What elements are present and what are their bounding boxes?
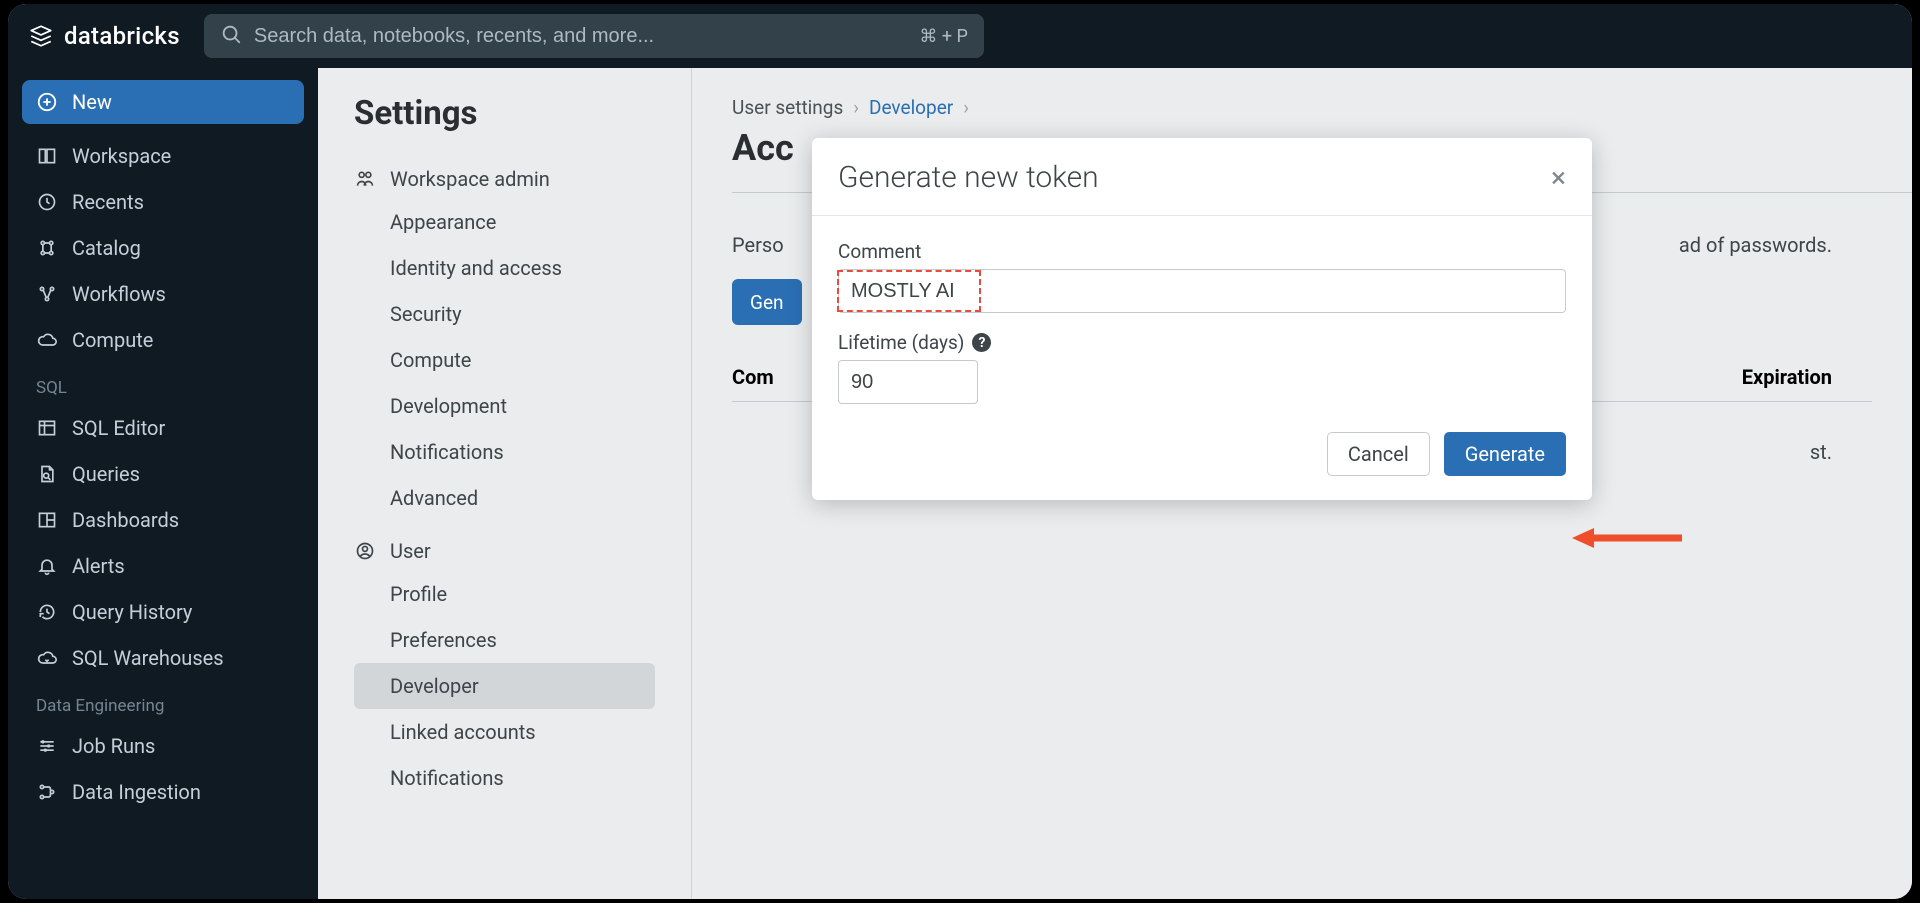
catalog-icon [36, 238, 58, 258]
settings-group-user: User [354, 531, 691, 571]
sidenav-item-catalog[interactable]: Catalog [22, 226, 304, 270]
breadcrumb-item-developer[interactable]: Developer [869, 96, 953, 119]
sidenav: New Workspace Recents Catalog Workflows … [8, 68, 318, 899]
brand-name: databricks [64, 22, 180, 50]
section-label-sql: SQL [22, 364, 304, 404]
sidenav-item-sql-warehouses[interactable]: SQL Warehouses [22, 636, 304, 680]
settings-item-identity[interactable]: Identity and access [354, 245, 655, 291]
workspace-admin-icon [354, 169, 376, 189]
chevron-right-icon: › [963, 96, 969, 119]
dashboards-icon [36, 510, 58, 530]
modal-title: Generate new token [838, 160, 1099, 195]
settings-item-user-notifications[interactable]: Notifications [354, 755, 655, 801]
settings-item-compute[interactable]: Compute [354, 337, 655, 383]
section-label-data-eng: Data Engineering [22, 682, 304, 722]
sidenav-item-data-ingestion[interactable]: Data Ingestion [22, 770, 304, 814]
sidenav-item-job-runs[interactable]: Job Runs [22, 724, 304, 768]
new-button[interactable]: New [22, 80, 304, 124]
generate-button[interactable]: Generate [1444, 432, 1566, 476]
settings-item-advanced[interactable]: Advanced [354, 475, 655, 521]
settings-item-appearance[interactable]: Appearance [354, 199, 655, 245]
help-icon[interactable]: ? [972, 333, 991, 352]
global-search[interactable]: ⌘ + P [204, 14, 984, 58]
col-expiration: Expiration [1742, 365, 1872, 389]
settings-column: Settings Workspace admin Appearance Iden… [318, 68, 692, 899]
sidenav-item-workspace[interactable]: Workspace [22, 134, 304, 178]
topbar: databricks ⌘ + P [8, 4, 1912, 68]
settings-item-preferences[interactable]: Preferences [354, 617, 655, 663]
clock-icon [36, 192, 58, 212]
sidenav-item-queries[interactable]: Queries [22, 452, 304, 496]
job-runs-icon [36, 736, 58, 756]
sidenav-item-compute[interactable]: Compute [22, 318, 304, 362]
lifetime-input[interactable] [838, 360, 978, 404]
search-input[interactable] [254, 25, 908, 48]
history-icon [36, 602, 58, 622]
user-icon [354, 541, 376, 561]
queries-icon [36, 464, 58, 484]
cloud-icon [36, 330, 58, 350]
workspace-icon [36, 146, 58, 166]
plus-circle-icon [36, 91, 58, 113]
comment-label: Comment [838, 240, 1566, 263]
bell-icon [36, 556, 58, 576]
search-shortcut: ⌘ + P [919, 26, 968, 47]
breadcrumb-item-user-settings[interactable]: User settings [732, 96, 843, 119]
lifetime-label: Lifetime (days) ? [838, 331, 1566, 354]
generate-token-button[interactable]: Gen [732, 279, 802, 325]
sql-editor-icon [36, 418, 58, 438]
chevron-right-icon: › [853, 96, 859, 119]
new-label: New [72, 90, 112, 114]
workflows-icon [36, 284, 58, 304]
generate-token-modal: Generate new token × Comment Lifetime (d… [812, 138, 1592, 500]
settings-item-notifications[interactable]: Notifications [354, 429, 655, 475]
sidenav-item-sql-editor[interactable]: SQL Editor [22, 406, 304, 450]
sidenav-item-query-history[interactable]: Query History [22, 590, 304, 634]
page-description-start: Perso [732, 233, 784, 257]
settings-item-development[interactable]: Development [354, 383, 655, 429]
ingestion-icon [36, 782, 58, 802]
search-icon [220, 23, 242, 49]
settings-title: Settings [354, 94, 691, 133]
close-icon[interactable]: × [1551, 164, 1566, 192]
settings-item-developer[interactable]: Developer [354, 663, 655, 709]
brand: databricks [28, 22, 180, 50]
sidenav-item-recents[interactable]: Recents [22, 180, 304, 224]
cancel-button[interactable]: Cancel [1327, 432, 1430, 476]
breadcrumb: User settings › Developer › [732, 96, 1872, 119]
col-comment: Com [732, 365, 774, 389]
warehouse-icon [36, 648, 58, 668]
page-description-end: ad of passwords. [1679, 233, 1872, 257]
sidenav-item-alerts[interactable]: Alerts [22, 544, 304, 588]
settings-item-linked-accounts[interactable]: Linked accounts [354, 709, 655, 755]
comment-input[interactable] [838, 269, 1566, 313]
databricks-logo-icon [28, 23, 54, 49]
settings-group-workspace-admin: Workspace admin [354, 159, 691, 199]
sidenav-item-workflows[interactable]: Workflows [22, 272, 304, 316]
sidenav-item-dashboards[interactable]: Dashboards [22, 498, 304, 542]
settings-item-profile[interactable]: Profile [354, 571, 655, 617]
settings-item-security[interactable]: Security [354, 291, 655, 337]
